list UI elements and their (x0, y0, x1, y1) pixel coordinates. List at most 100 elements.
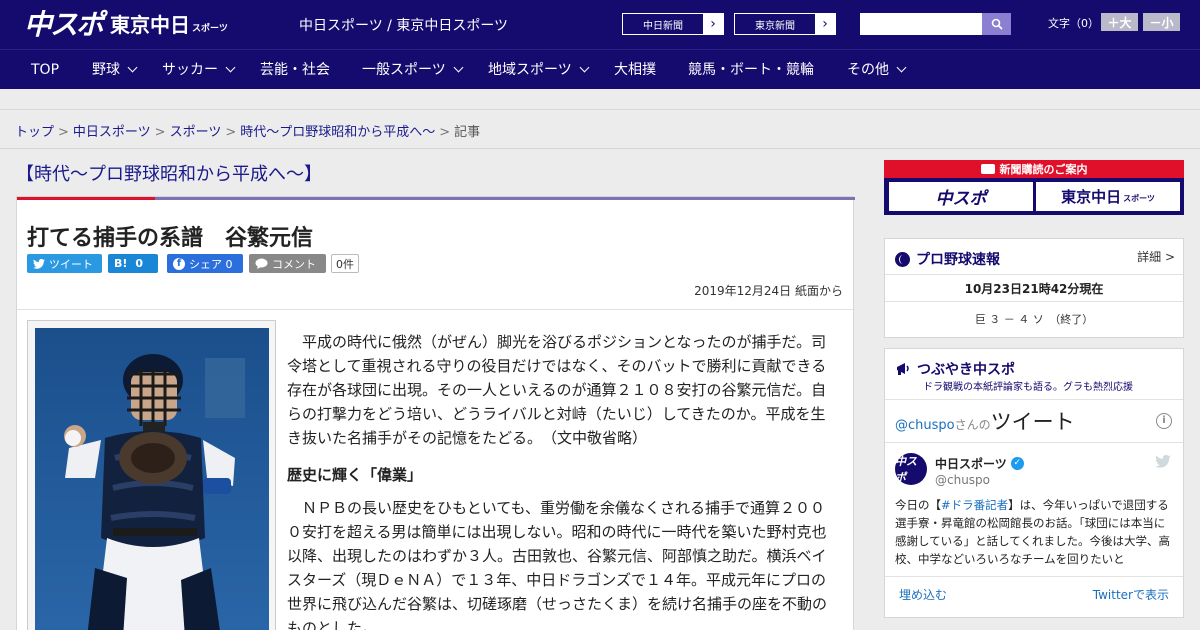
font-size-label: 文字（0） (1048, 17, 1099, 30)
tweet-author-name-text: 中日スポーツ (935, 457, 1007, 471)
nav-item-label: 野球 (92, 62, 120, 78)
comment-button[interactable]: コメント (249, 254, 326, 273)
nav-item-soccer[interactable]: サッカー (162, 50, 236, 90)
info-icon[interactable]: i (1156, 413, 1172, 429)
twitter-timeline-heading: @chuspoさんのツイート (895, 406, 1075, 436)
subscription-banner[interactable]: 新聞購読のご案内 中スポ 東京中日 スポーツ (884, 160, 1184, 215)
chevron-down-icon (896, 62, 907, 73)
divider (885, 301, 1183, 302)
twitter-bird-icon[interactable] (1155, 455, 1171, 468)
nav-item-label: その他 (847, 62, 889, 78)
twitter-widget-card: つぶやき中スポ ドラ観戦の本紙評論家も語る。グラも熱烈応援 @chuspoさんの… (884, 348, 1184, 618)
twitter-widget-subtitle: ドラ観戦の本紙評論家も語る。グラも熱烈応援 (923, 382, 1133, 393)
tokyo-logo-suffix: スポーツ (192, 24, 228, 34)
nav-item-racing[interactable]: 競馬・ボート・競輪 (688, 50, 814, 90)
chuspo-logo-text: 中スポ (24, 8, 104, 41)
article-top-border (17, 197, 855, 200)
chevron-right-icon: › (703, 14, 723, 34)
twitter-head-mid: さんの (954, 418, 991, 432)
baseball-score[interactable]: 巨 ３ － ４ ソ （終了） (885, 311, 1183, 327)
chuspo-subscribe-box[interactable]: 中スポ (889, 182, 1033, 211)
tokyo-chunichi-subscribe-box[interactable]: 東京中日 スポーツ (1036, 182, 1180, 211)
search-button[interactable] (982, 13, 1011, 35)
nav-item-label: 大相撲 (614, 62, 656, 78)
chuspo-subscribe-label: 中スポ (935, 189, 987, 209)
subscription-header: 新聞購読のご案内 (884, 160, 1184, 178)
article-subheading: 歴史に輝く「偉業」 (287, 466, 423, 484)
chunichi-shimbun-link[interactable]: 中日新聞 › (622, 13, 724, 35)
nav-item-top[interactable]: TOP (31, 50, 59, 90)
sub-nav-bar (0, 89, 1200, 110)
twitter-head-big: ツイート (990, 410, 1075, 434)
nav-item-entertainment[interactable]: 芸能・社会 (260, 50, 330, 90)
tweet-author-handle[interactable]: @chuspo (935, 473, 990, 487)
baseball-detail-link[interactable]: 詳細 > (1137, 248, 1175, 265)
nav-item-label: 地域スポーツ (488, 62, 572, 78)
chevron-down-icon (127, 62, 138, 73)
section-title[interactable]: 【時代～プロ野球昭和から平成へ～】 (16, 160, 322, 186)
breadcrumb-link[interactable]: 中日スポーツ (73, 125, 151, 140)
hatena-bookmark-button[interactable]: B! 0 (108, 254, 158, 273)
article-body: 平成の時代に俄然（がぜん）脚光を浴びるポジションとなったのが捕手だ。司令塔として… (287, 330, 835, 630)
facebook-icon: f (173, 257, 185, 270)
divider (0, 148, 1200, 149)
site-header: 中スポ 東京中日 スポーツ 中日スポーツ / 東京中日スポーツ 中日新聞 › 東… (0, 0, 1200, 49)
verified-badge-icon: ✓ (1010, 457, 1024, 470)
search-input[interactable] (860, 13, 983, 35)
avatar[interactable]: 中スポ (895, 453, 927, 485)
breadcrumb-link[interactable]: スポーツ (170, 125, 222, 140)
chevron-down-icon (579, 62, 590, 73)
tokyo-chunichi-logo[interactable]: 東京中日 スポーツ (110, 6, 228, 40)
chuspo-logo[interactable]: 中スポ (24, 6, 104, 41)
article-title: 打てる捕手の系譜 谷繁元信 (27, 226, 314, 251)
divider (885, 399, 1183, 400)
catcher-photo[interactable] (35, 328, 269, 630)
divider (885, 442, 1183, 443)
baseball-live-title: プロ野球速報 (895, 249, 1000, 269)
facebook-share-button[interactable]: f シェア 0 (167, 254, 243, 273)
breadcrumb-current: 記事 (454, 125, 481, 140)
tweet-button[interactable]: ツイート (27, 254, 102, 273)
article-card: 打てる捕手の系譜 谷繁元信 ツイート B! 0 f シェア 0 コメント 0件 … (16, 196, 855, 630)
breadcrumb-separator: > (58, 125, 69, 140)
nav-item-label: 競馬・ボート・競輪 (688, 62, 814, 78)
tweet-author-name[interactable]: 中日スポーツ ✓ (935, 455, 1024, 472)
twitter-widget-title: つぶやき中スポ (895, 359, 1015, 379)
paper-link-label: 東京新聞 (735, 14, 815, 34)
nav-item-label: TOP (31, 62, 60, 78)
twitter-head-handle[interactable]: @chuspo (895, 418, 955, 433)
article-photo-frame (27, 320, 276, 630)
breadcrumb-link[interactable]: 時代～プロ野球昭和から平成へ～ (240, 125, 435, 140)
hatena-b-icon: B! (114, 257, 128, 270)
comment-label: コメント (272, 257, 316, 271)
nav-item-other[interactable]: その他 (847, 50, 907, 90)
breadcrumb-separator: > (225, 125, 237, 140)
tweet-hashtag-link[interactable]: #ドラ番記者 (941, 498, 1008, 512)
tokyo-logo-text: 東京中日 (110, 12, 190, 37)
tweet-text-prefix: 今日の【 (895, 498, 941, 512)
tokyo-shimbun-link[interactable]: 東京新聞 › (734, 13, 836, 35)
view-on-twitter-link[interactable]: Twitterで表示 (1093, 586, 1169, 603)
nav-item-general-sports[interactable]: 一般スポーツ (362, 50, 464, 90)
site-title[interactable]: 中日スポーツ / 東京中日スポーツ (299, 15, 508, 35)
article-paragraph: 平成の時代に俄然（がぜん）脚光を浴びるポジションとなったのが捕手だ。司令塔として… (287, 333, 827, 447)
megaphone-icon (897, 363, 909, 375)
font-bigger-button[interactable]: ＋大 (1101, 13, 1138, 31)
tweet-text: 今日の【#ドラ番記者】は、今年いっぱいで退団する選手寮・昇竜館の松岡館長のお話。… (895, 496, 1175, 568)
font-smaller-button[interactable]: －小 (1143, 13, 1180, 31)
breadcrumb: トップ > 中日スポーツ > スポーツ > 時代～プロ野球昭和から平成へ～ > 記事 (15, 121, 480, 140)
divider (885, 274, 1183, 275)
nav-item-local-sports[interactable]: 地域スポーツ (488, 50, 590, 90)
baseball-live-title-text: プロ野球速報 (916, 252, 1000, 268)
article-paragraph: ＮＰＢの長い歴史をひもといても、重労働を余儀なくされる捕手で通算２０００安打を超… (287, 499, 828, 630)
nav-item-sumo[interactable]: 大相撲 (614, 50, 656, 90)
twitter-widget-title-text: つぶやき中スポ (917, 362, 1015, 378)
embed-link[interactable]: 埋め込む (899, 586, 947, 603)
nav-item-label: サッカー (162, 62, 218, 78)
divider (885, 576, 1183, 577)
nav-item-baseball[interactable]: 野球 (92, 50, 138, 90)
breadcrumb-link[interactable]: トップ (15, 125, 54, 140)
article-date: 2019年12月24日 紙面から (694, 284, 843, 298)
facebook-share-label: シェア 0 (189, 257, 233, 271)
tokyo-chunichi-subscribe-suffix: スポーツ (1123, 194, 1155, 203)
